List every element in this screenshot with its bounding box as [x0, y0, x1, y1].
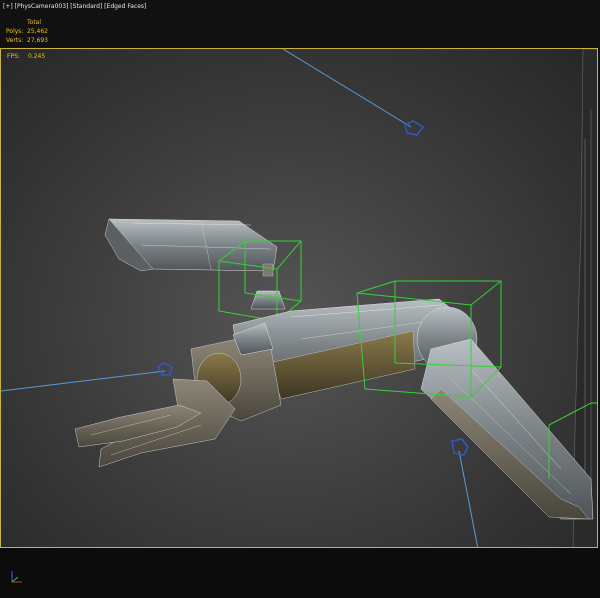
- stats-header: Total: [27, 19, 42, 26]
- verts-row: Verts: 27,693: [6, 36, 48, 45]
- forearm: [420, 338, 594, 520]
- perspective-viewport[interactable]: FPS: 0.245: [0, 48, 598, 548]
- viewport-label[interactable]: [+] [PhysCamera003] [Standard] [Edged Fa…: [3, 3, 146, 10]
- stats-panel: Total Polys: 25,462 Verts: 27,693: [6, 18, 48, 45]
- scene-canvas[interactable]: [1, 49, 598, 548]
- verts-value: 27,693: [27, 37, 48, 44]
- fps-readout: FPS: 0.245: [7, 53, 45, 60]
- polys-row: Polys: 25,462: [6, 27, 48, 36]
- verts-label: Verts:: [6, 37, 24, 44]
- light-icon: [157, 362, 173, 376]
- polys-value: 25,462: [27, 28, 48, 35]
- polys-label: Polys:: [6, 28, 24, 35]
- camera-target-icon: [451, 438, 469, 456]
- camera-target-icon: [404, 120, 425, 136]
- camera-head: [104, 218, 286, 310]
- fps-value: 0.245: [28, 53, 46, 60]
- bottom-bar: [0, 548, 600, 598]
- axis-gizmo-icon: [11, 571, 22, 583]
- light-line-top: [282, 49, 412, 128]
- fps-label: FPS:: [7, 53, 20, 60]
- light-line-bottom: [458, 450, 479, 547]
- wrist-claw: [74, 322, 282, 468]
- light-line-left: [1, 370, 166, 392]
